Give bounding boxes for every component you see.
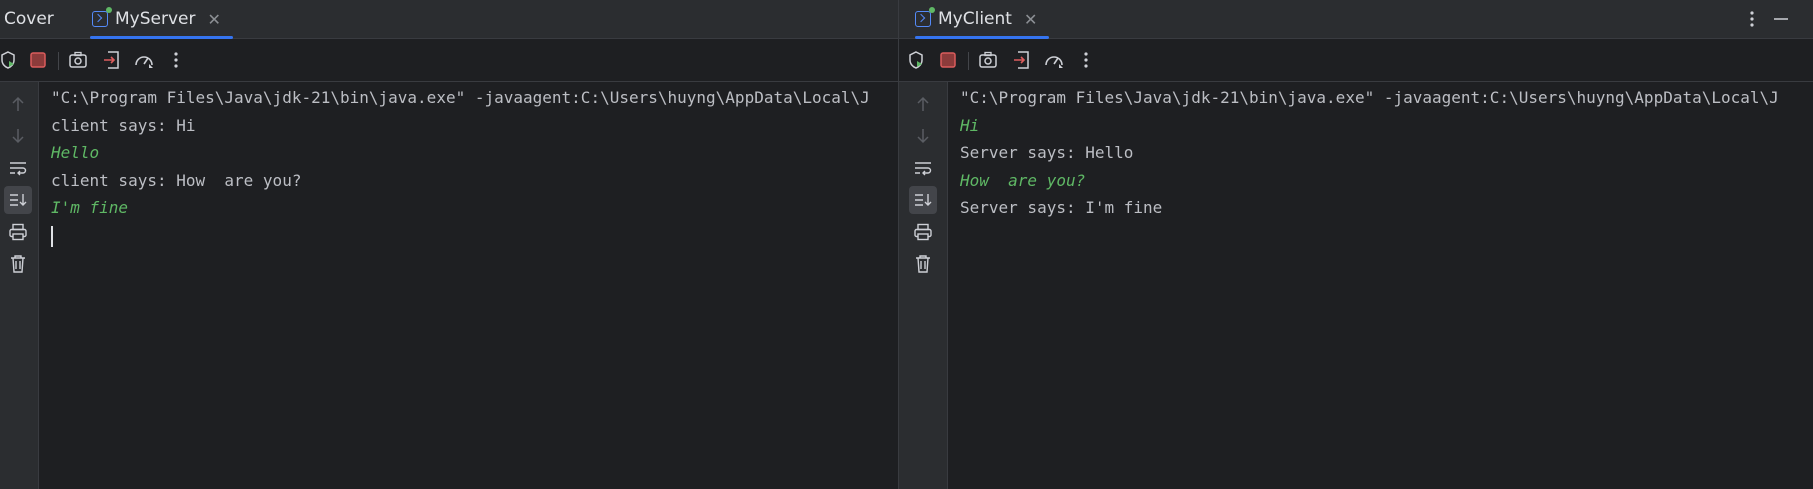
soft-wrap-icon[interactable]	[4, 154, 32, 182]
tab-myclient[interactable]: MyClient ✕	[915, 0, 1050, 39]
console-line: "C:\Program Files\Java\jdk-21\bin\java.e…	[960, 88, 1779, 107]
close-icon[interactable]: ✕	[1024, 10, 1037, 29]
client-run-pane: MyClient ✕ "C:\Program Files\Java\jdk-21…	[899, 0, 1813, 489]
run-toolbar	[899, 39, 1813, 82]
console-output[interactable]: "C:\Program Files\Java\jdk-21\bin\java.e…	[38, 82, 898, 489]
scroll-down-icon[interactable]	[909, 122, 937, 150]
clear-all-icon[interactable]	[4, 250, 32, 278]
left-tab-bar: Cover MyServer ✕	[0, 0, 898, 39]
console-line: Server says: Hello	[960, 143, 1134, 162]
scroll-to-end-icon[interactable]	[4, 186, 32, 214]
more-icon[interactable]	[164, 48, 188, 72]
rerun-debug-icon[interactable]	[904, 48, 928, 72]
stop-icon[interactable]	[26, 48, 50, 72]
profiler-icon[interactable]	[132, 48, 156, 72]
screenshot-icon[interactable]	[66, 48, 90, 72]
stop-icon[interactable]	[936, 48, 960, 72]
console-line: client says: Hi	[51, 115, 196, 135]
scroll-up-icon[interactable]	[909, 90, 937, 118]
right-tab-bar: MyClient ✕	[899, 0, 1813, 39]
exit-icon[interactable]	[100, 48, 124, 72]
run-config-icon	[92, 7, 112, 27]
scroll-up-icon[interactable]	[4, 90, 32, 118]
tab-label: MyClient	[938, 9, 1012, 29]
scroll-down-icon[interactable]	[4, 122, 32, 150]
tab-cover[interactable]: Cover	[4, 0, 54, 38]
run-toolbar	[0, 39, 898, 82]
console-input-line: Hi	[960, 115, 980, 135]
scroll-to-end-icon[interactable]	[909, 186, 937, 214]
run-config-icon	[915, 7, 935, 27]
server-run-pane: Cover MyServer ✕ "C:\Program Files\Java\…	[0, 0, 898, 489]
console-gutter	[0, 82, 39, 489]
console-input-line: How are you?	[960, 170, 1086, 190]
rerun-debug-icon[interactable]	[0, 48, 20, 72]
profiler-icon[interactable]	[1042, 48, 1066, 72]
text-caret	[51, 225, 53, 247]
minimize-icon[interactable]	[1771, 9, 1791, 29]
console-input-line: Hello	[51, 143, 100, 162]
screenshot-icon[interactable]	[976, 48, 1000, 72]
more-options-icon[interactable]	[1742, 9, 1762, 29]
print-icon[interactable]	[909, 218, 937, 246]
tab-label: MyServer	[115, 9, 196, 29]
clear-all-icon[interactable]	[909, 250, 937, 278]
console-output[interactable]: "C:\Program Files\Java\jdk-21\bin\java.e…	[947, 82, 1813, 489]
console-line: Server says: I'm fine	[960, 198, 1163, 217]
console-input-line: I'm fine	[51, 198, 129, 217]
soft-wrap-icon[interactable]	[909, 154, 937, 182]
tab-myserver[interactable]: MyServer ✕	[90, 0, 233, 39]
exit-icon[interactable]	[1010, 48, 1034, 72]
console-gutter	[899, 82, 948, 489]
tab-label: Cover	[4, 9, 54, 29]
console-line: client says: How are you?	[51, 170, 302, 190]
close-icon[interactable]: ✕	[207, 10, 220, 29]
more-icon[interactable]	[1074, 48, 1098, 72]
print-icon[interactable]	[4, 218, 32, 246]
console-line: "C:\Program Files\Java\jdk-21\bin\java.e…	[51, 88, 870, 107]
